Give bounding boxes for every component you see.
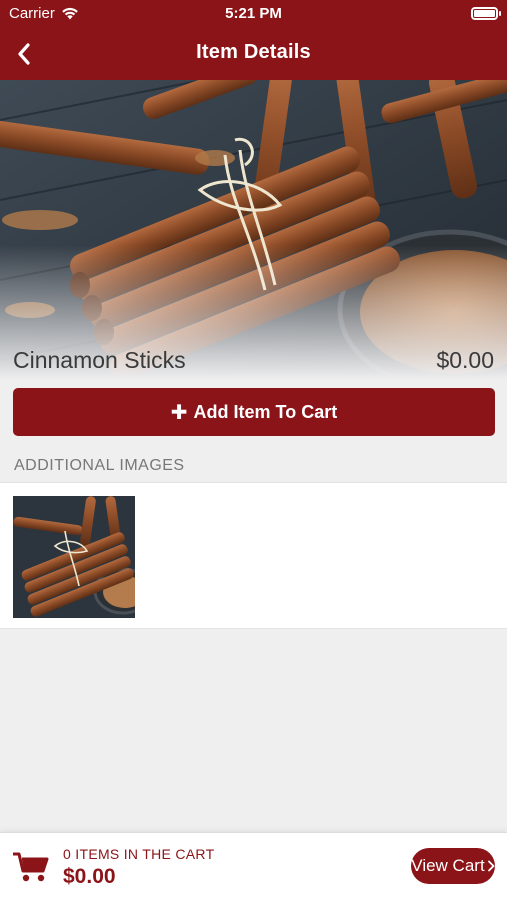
cart-total: $0.00 [63,865,116,888]
item-name: Cinnamon Sticks [13,347,186,373]
cart-item-count: 0 ITEMS IN THE CART [63,846,215,862]
cart-icon [13,852,49,882]
plus-icon: ✚ [170,401,188,424]
page-title: Item Details [196,41,311,63]
add-to-cart-label: Add Item To Cart [193,401,338,422]
nav-bar: Item Details [0,28,507,80]
chevron-right-icon [487,860,495,872]
additional-image-thumbnail[interactable] [13,496,135,618]
view-cart-label: View Cart [411,856,485,875]
status-bar: Carrier 5:21 PM [0,0,507,28]
item-hero-image [0,80,507,380]
cart-summary-bar: 0 ITEMS IN THE CART $0.00 View Cart [0,832,507,900]
additional-images-heading: ADDITIONAL IMAGES [14,457,185,474]
add-to-cart-button[interactable]: ✚ Add Item To Cart [13,388,495,436]
item-price: $0.00 [436,347,494,373]
clock: 5:21 PM [225,5,282,22]
battery-icon [471,7,501,20]
view-cart-button[interactable]: View Cart [411,848,495,884]
additional-images-list [0,482,507,629]
